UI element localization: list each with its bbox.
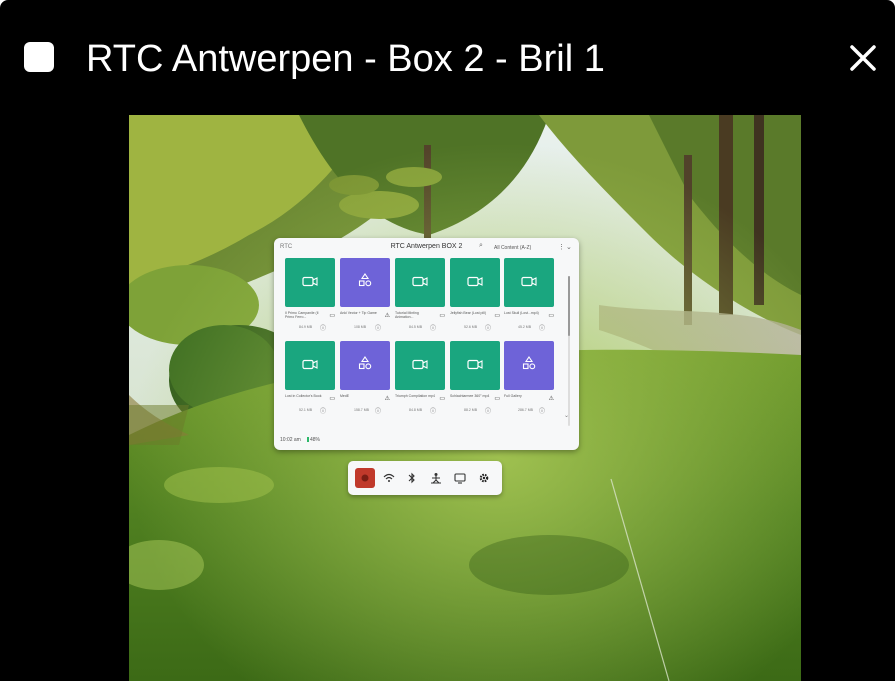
search-icon[interactable]: ⌕ [479, 242, 483, 250]
app-thumbnail[interactable] [340, 341, 390, 390]
tile-name: Jellyfish Bear (Lost pill) [450, 311, 486, 315]
app-shapes-icon [358, 356, 372, 375]
video-thumbnail[interactable] [395, 258, 445, 307]
info-icon[interactable]: ⓘ [320, 406, 326, 415]
settings-icon[interactable] [474, 468, 494, 488]
info-icon[interactable]: ⓘ [430, 323, 436, 332]
content-tile[interactable]: Full Gallery ⚠ 286.7 MB ⓘ [504, 341, 554, 419]
content-tile[interactable]: Anki Vector + Tip Game ⚠ 108 MB ⓘ [340, 258, 390, 336]
video-type-icon: ▭ [548, 313, 554, 319]
tile-name: Il Primo Campanile (Il Primo Ferro... [285, 311, 319, 319]
video-type-icon: ▭ [494, 313, 500, 319]
warning-icon: ⚠ [384, 396, 390, 402]
video-thumbnail[interactable] [285, 258, 335, 307]
tile-name: Anki Vector + Tip Game [340, 311, 377, 315]
bluetooth-icon[interactable] [402, 468, 422, 488]
video-camera-icon [467, 274, 483, 292]
video-camera-icon [467, 357, 483, 375]
battery-percent: 48% [310, 437, 321, 443]
video-camera-icon [302, 357, 318, 375]
scroll-down-icon[interactable]: ⌄ [564, 412, 569, 419]
battery-icon [307, 437, 309, 443]
window-title: RTC Antwerpen - Box 2 - Bril 1 [86, 38, 605, 80]
tile-name: Lost Skull (Lost...mp4) [504, 311, 539, 315]
video-camera-icon [521, 274, 537, 292]
scrollbar-thumb[interactable] [568, 276, 570, 336]
more-options-icon[interactable]: ⋮ [558, 243, 565, 251]
app-thumbnail[interactable] [340, 258, 390, 307]
app-shapes-icon [522, 356, 536, 375]
info-icon[interactable]: ⓘ [485, 323, 491, 332]
tile-size: 52.1 MB [299, 408, 313, 412]
tile-name: Lost in Collector's Book [285, 394, 322, 398]
video-type-icon: ▭ [329, 396, 335, 402]
battery-indicator: 48% [306, 437, 320, 443]
wifi-icon[interactable] [379, 468, 399, 488]
info-icon[interactable]: ⓘ [485, 406, 491, 415]
content-tile[interactable]: Schlachtarmee 360° mp4 ▭ 88.2 MB ⓘ [450, 341, 500, 419]
chevron-down-icon[interactable]: ⌄ [566, 243, 572, 251]
content-tile[interactable]: MedE ⚠ 158.7 MB ⓘ [340, 341, 390, 419]
warning-icon: ⚠ [384, 313, 390, 319]
content-tile[interactable]: Lost in Collector's Book ▭ 52.1 MB ⓘ [285, 341, 335, 419]
headset-stream-view: RTC RTC Antwerpen BOX 2 ⌕ All Content (A… [129, 115, 801, 681]
video-camera-icon [412, 274, 428, 292]
video-camera-icon [412, 357, 428, 375]
tile-size: 88.2 MB [464, 408, 478, 412]
video-type-icon: ▭ [494, 396, 500, 402]
video-type-icon: ▭ [329, 313, 335, 319]
video-thumbnail[interactable] [450, 258, 500, 307]
content-tile[interactable]: Tutorial Minting Animation... ▭ 84.5 MB ⓘ [395, 258, 445, 336]
title-bar: RTC Antwerpen - Box 2 - Bril 1 [0, 0, 895, 115]
record-icon[interactable] [355, 468, 375, 488]
warning-icon: ⚠ [548, 396, 554, 402]
video-thumbnail[interactable] [285, 341, 335, 390]
info-icon[interactable]: ⓘ [539, 406, 545, 415]
tile-name: Tutorial Minting Animation... [395, 311, 419, 319]
info-icon[interactable]: ⓘ [320, 323, 326, 332]
tile-size: 84.5 MB [409, 325, 423, 329]
video-thumbnail[interactable] [450, 341, 500, 390]
scrollbar[interactable] [568, 276, 570, 426]
content-tile[interactable]: Lost Skull (Lost...mp4) ▭ 45.2 MB ⓘ [504, 258, 554, 336]
content-tile[interactable]: Triumph Compilation mp4 ▭ 84.8 MB ⓘ [395, 341, 445, 419]
video-type-icon: ▭ [439, 396, 445, 402]
tile-name: Triumph Compilation mp4 [395, 394, 435, 398]
video-thumbnail[interactable] [395, 341, 445, 390]
info-icon[interactable]: ⓘ [430, 406, 436, 415]
clock-time: 10:02 am [280, 437, 301, 443]
video-type-icon: ▭ [439, 313, 445, 319]
tile-size: 84.9 MB [299, 325, 313, 329]
video-camera-icon [302, 274, 318, 292]
tile-size: 45.2 MB [518, 325, 532, 329]
mirror-window: RTC Antwerpen - Box 2 - Bril 1 RTC RTC A… [0, 0, 895, 681]
cast-icon[interactable] [450, 468, 470, 488]
tile-size: 286.7 MB [518, 408, 533, 412]
tile-size: 52.6 MB [464, 325, 478, 329]
video-thumbnail[interactable] [504, 258, 554, 307]
quick-actions-dock [348, 461, 502, 495]
tile-name: Schlachtarmee 360° mp4 [450, 394, 490, 398]
content-tile[interactable]: Il Primo Campanile (Il Primo Ferro... ▭ 84… [285, 258, 335, 336]
tile-size: 84.8 MB [409, 408, 423, 412]
app-thumbnail[interactable] [504, 341, 554, 390]
tile-name: MedE [340, 394, 350, 398]
sort-filter-dropdown[interactable]: All Content (A-Z) [494, 245, 531, 251]
tile-name: Full Gallery [504, 394, 522, 398]
tile-size: 108 MB [354, 325, 367, 329]
content-tile[interactable]: Jellyfish Bear (Lost pill) ▭ 52.6 MB ⓘ [450, 258, 500, 336]
info-icon[interactable]: ⓘ [375, 406, 381, 415]
info-icon[interactable]: ⓘ [375, 323, 381, 332]
tile-size: 158.7 MB [354, 408, 369, 412]
window-square-icon[interactable] [24, 42, 54, 72]
guardian-icon[interactable] [426, 468, 446, 488]
library-panel: RTC RTC Antwerpen BOX 2 ⌕ All Content (A… [274, 238, 579, 450]
panel-title: RTC Antwerpen BOX 2 [390, 243, 463, 250]
app-shapes-icon [358, 273, 372, 292]
info-icon[interactable]: ⓘ [539, 323, 545, 332]
close-icon[interactable] [843, 38, 883, 78]
